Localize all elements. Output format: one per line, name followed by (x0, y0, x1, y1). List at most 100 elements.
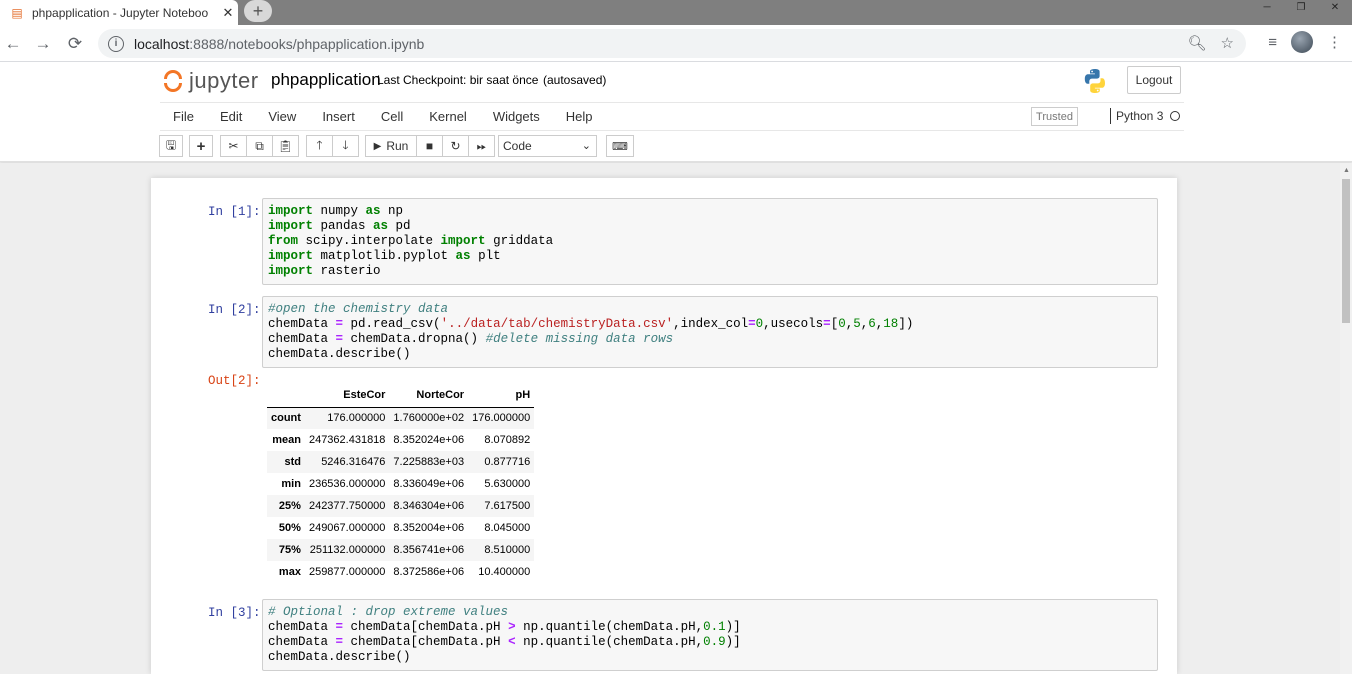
new-tab-button[interactable]: + (244, 0, 272, 22)
reload-icon[interactable]: ⟳ (64, 33, 86, 55)
cell-1-prompt: In [1]: (208, 205, 261, 219)
scrollbar[interactable]: ▲ (1340, 163, 1352, 674)
table-cell: 0.877716 (484, 456, 531, 468)
autosave-status: (autosaved) (543, 73, 607, 87)
table-cell: 8.336049e+06 (393, 478, 465, 490)
table-row: min 236536.000000 8.336049e+06 5.630000 (267, 473, 534, 495)
table-row: count 176.000000 1.760000e+02 176.000000 (267, 407, 535, 429)
cell-3-prompt: In [3]: (208, 606, 261, 620)
browser-menu-icon[interactable]: ⋮ (1327, 33, 1342, 51)
table-cell: 249067.000000 (308, 522, 386, 534)
run-label: Run (386, 139, 409, 153)
logout-button[interactable]: Logout (1127, 66, 1181, 94)
jupyter-logo-text: jupyter (189, 68, 259, 93)
table-cell: 1.760000e+02 (393, 412, 465, 425)
bookmark-star-icon[interactable]: ☆ (1221, 34, 1234, 52)
media-queue-icon[interactable]: ≡ (1268, 34, 1277, 51)
table-cell: 251132.000000 (309, 544, 386, 556)
table-cell: 8.346304e+06 (393, 500, 465, 512)
zoom-icon[interactable]: 🔍︎ (1188, 34, 1207, 52)
stop-icon[interactable]: ■ (416, 135, 443, 157)
python-logo-icon (1084, 69, 1105, 93)
minimize-icon[interactable]: ─ (1250, 0, 1284, 14)
notebook-name[interactable]: phpapplication (271, 70, 381, 90)
menu-kernel[interactable]: Kernel (416, 109, 480, 124)
row-label: 25% (278, 500, 301, 512)
menu-view[interactable]: View (255, 109, 309, 124)
notebook-favicon-icon: ▤ (11, 5, 23, 20)
window-close-icon[interactable]: ✕ (1318, 0, 1352, 14)
url-host: localhost (134, 35, 190, 52)
menu-insert[interactable]: Insert (309, 109, 368, 124)
trusted-indicator[interactable]: Trusted (1031, 107, 1078, 126)
move-down-icon[interactable]: 🡓 (332, 135, 359, 157)
table-cell: 8.510000 (484, 544, 531, 556)
table-cell: 5.630000 (484, 478, 531, 490)
row-label: mean (272, 434, 301, 446)
cut-icon[interactable]: ✂ (220, 135, 247, 157)
menu-widgets[interactable]: Widgets (480, 109, 553, 124)
table-header-nortecor: NorteCor (389, 383, 469, 408)
row-label: 50% (278, 522, 301, 534)
restart-icon[interactable]: ↻ (442, 135, 469, 157)
table-row: mean 247362.431818 8.352024e+06 8.070892 (267, 429, 534, 451)
profile-avatar[interactable] (1291, 31, 1313, 53)
row-label: 75% (278, 544, 301, 556)
checkpoint-status: Last Checkpoint: bir saat önce (377, 73, 539, 87)
table-cell: 236536.000000 (308, 478, 386, 490)
window-controls: ─ ❐ ✕ (1250, 0, 1352, 14)
cell-2-code[interactable]: #open the chemistry data chemData = pd.r… (262, 296, 1158, 368)
table-cell: 10.400000 (478, 566, 531, 578)
table-header-estecor: EsteCor (304, 383, 390, 408)
table-row: 50% 249067.000000 8.352004e+06 8.045000 (267, 517, 534, 539)
site-info-icon[interactable]: i (108, 35, 124, 52)
scroll-up-icon[interactable]: ▲ (1343, 167, 1350, 174)
copy-icon[interactable]: ⧉ (246, 135, 273, 157)
table-cell: 8.352024e+06 (393, 434, 465, 446)
row-label: max (278, 566, 301, 578)
restore-icon[interactable]: ❐ (1284, 0, 1318, 14)
row-label: min (281, 478, 301, 490)
table-cell: 8.070892 (484, 434, 531, 446)
save-icon[interactable]: 🖫︎ (159, 135, 183, 157)
address-bar[interactable]: i localhost:8888/notebooks/phpapplicatio… (98, 29, 1246, 58)
table-cell: 8.045000 (484, 522, 531, 534)
cell-3-code[interactable]: # Optional : drop extreme values chemDat… (262, 599, 1158, 671)
table-cell: 247362.431818 (308, 434, 386, 446)
browser-tab[interactable]: ▤ phpapplication - Jupyter Noteboo ✕ (0, 0, 238, 25)
menu-help[interactable]: Help (553, 109, 606, 124)
row-label: count (271, 412, 301, 425)
url-path: :8888/notebooks/phpapplication.ipynb (189, 35, 425, 52)
table-cell: 7.225883e+03 (393, 456, 465, 468)
table-cell: 8.372586e+06 (393, 566, 465, 578)
forward-arrow-icon[interactable]: → (32, 33, 54, 55)
tab-close-icon[interactable]: ✕ (218, 5, 238, 21)
browser-toolbar: ← → ⟳ i localhost:8888/notebooks/phpappl… (0, 25, 1352, 62)
back-arrow-icon[interactable]: ← (2, 33, 24, 55)
table-row: 75% 251132.000000 8.356741e+06 8.510000 (267, 539, 535, 561)
insert-cell-icon[interactable]: + (189, 135, 213, 157)
cell-type-select[interactable]: Code ⌄ (498, 135, 597, 157)
cell-2-output-prompt: Out[2]: (208, 374, 261, 388)
table-row: std 5246.316476 7.225883e+03 0.877716 (267, 451, 535, 473)
run-button[interactable]: ▶ Run (365, 135, 417, 157)
jupyter-logo-icon (163, 68, 185, 94)
menu-edit[interactable]: Edit (207, 109, 255, 124)
jupyter-logo[interactable]: jupyter (163, 68, 259, 94)
cell-type-value: Code (503, 139, 532, 153)
chevron-down-icon: ⌄ (581, 140, 591, 152)
cell-1-code[interactable]: import numpy as np import pandas as pd f… (262, 198, 1158, 285)
keyboard-icon[interactable]: ⌨ (606, 135, 634, 157)
table-cell: 176.000000 (472, 412, 531, 425)
scrollbar-thumb[interactable] (1342, 179, 1350, 323)
table-row: max 259877.000000 8.372586e+06 10.400000 (267, 561, 534, 583)
menu-cell[interactable]: Cell (368, 109, 416, 124)
menu-file[interactable]: File (160, 109, 207, 124)
table-cell: 176.000000 (327, 412, 386, 425)
paste-icon[interactable]: 📋︎ (272, 135, 299, 157)
table-cell: 7.617500 (484, 500, 531, 512)
browser-tabstrip: ▤ phpapplication - Jupyter Noteboo ✕ + ─… (0, 0, 1352, 25)
table-row: 25% 242377.750000 8.346304e+06 7.617500 (267, 495, 535, 517)
move-up-icon[interactable]: 🡑 (306, 135, 333, 157)
fast-forward-icon[interactable]: ⏩︎ (468, 135, 495, 157)
